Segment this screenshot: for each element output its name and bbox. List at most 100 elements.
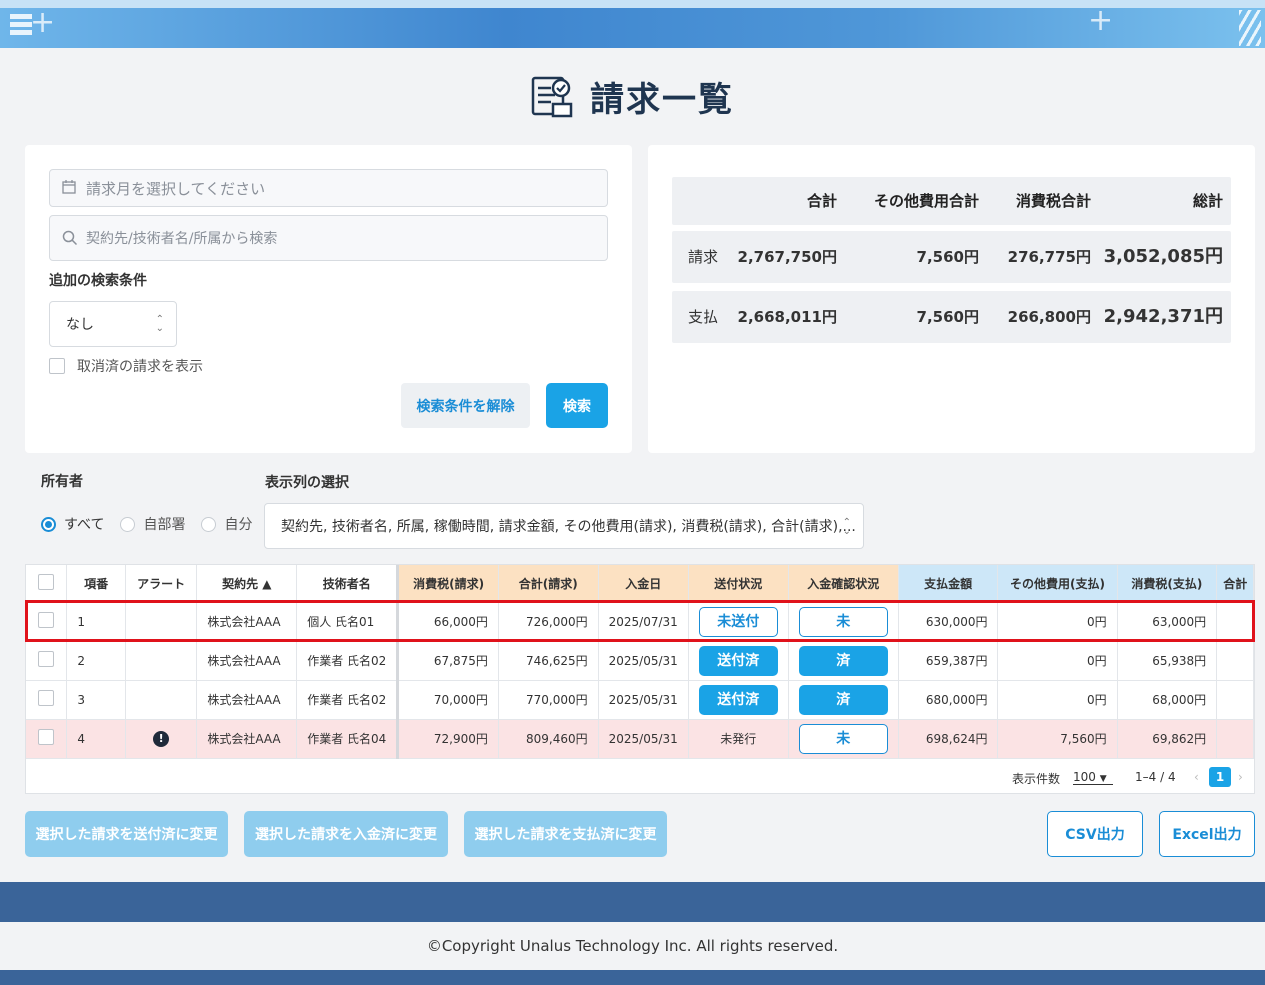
cell-no: 3 [66,680,126,720]
cell-total-req: 746,625円 [498,641,599,681]
summary-other: 7,560円 [916,248,979,266]
select-arrows-icon: ⌃ ⌄ [842,517,851,537]
cell-other-pay: 7,560円 [997,719,1118,759]
select-all-checkbox[interactable] [38,573,55,590]
next-page-icon[interactable]: › [1238,770,1243,784]
cell-tax-pay: 68,000円 [1117,680,1218,720]
show-cancelled-checkbox[interactable] [49,358,65,374]
cell-no: 2 [66,641,126,681]
col-header-pay-date[interactable]: 入金日 [598,565,689,603]
col-header-total-pay[interactable]: 合計 [1216,565,1254,603]
cell-other-pay: 0円 [997,680,1118,720]
table-row[interactable]: 3 株式会社AAA 作業者 氏名02 70,000円 770,000円 2025… [26,680,1254,720]
calendar-icon [62,180,78,196]
cell-tax-req: 70,000円 [397,680,499,720]
show-cancelled-label: 取消済の請求を表示 [77,359,203,375]
menu-icon[interactable] [10,14,32,38]
col-header-no[interactable]: 項番 [66,565,126,603]
csv-export-button[interactable]: CSV出力 [1047,811,1143,857]
summary-header-row: 合計 その他費用合計 消費税合計 総計 [672,177,1231,225]
footer-bottom-band [0,970,1265,985]
summary-header-tax: 消費税合計 [1015,192,1091,210]
cell-client: 株式会社AAA [196,641,298,681]
cell-send-status: 送付済 [688,641,789,681]
row-checkbox[interactable] [38,690,55,706]
prev-page-icon[interactable]: ‹ [1194,770,1199,784]
cell-paid-status: 済 [788,641,899,681]
mark-sent-button[interactable]: 選択した請求を送付済に変更 [25,811,228,857]
per-page-select[interactable]: 100 ▼ [1073,770,1113,785]
col-header-tax-pay[interactable]: 消費税(支払) [1117,565,1218,603]
extra-conditions-value: なし [66,317,94,333]
owner-label: 所有者 [41,474,83,490]
mark-received-button[interactable]: 選択した請求を入金済に変更 [244,811,448,857]
cell-alert [125,641,198,681]
col-header-send-status[interactable]: 送付状況 [688,565,789,603]
col-header-client[interactable]: 契約先 ▲ [196,565,298,603]
summary-other: 7,560円 [916,308,979,326]
owner-radio-group: すべて 自部署 自分 [41,514,268,534]
col-header-other-pay[interactable]: その他費用(支払) [997,565,1118,603]
columns-select[interactable]: 契約先, 技術者名, 所属, 稼働時間, 請求金額, その他費用(請求), 消費… [264,503,864,549]
cell-other-pay: 0円 [997,641,1118,681]
table-row[interactable]: 4 ! 株式会社AAA 作業者 氏名04 72,900円 809,460円 20… [26,719,1254,759]
col-header-paid-status[interactable]: 入金確認状況 [788,565,899,603]
row-select-cell [26,719,68,759]
clear-search-button[interactable]: 検索条件を解除 [401,383,530,428]
paid-status-button[interactable]: 済 [798,684,888,715]
page-title-row: 請求一覧 [0,72,1265,121]
per-page-label: 表示件数 [1012,772,1061,786]
extra-conditions-select[interactable]: なし ⌃ ⌄ [49,301,177,347]
summary-row-label: 支払 [688,308,719,326]
alert-icon[interactable]: ! [153,730,170,747]
col-header-pay-amount[interactable]: 支払金額 [898,565,999,603]
month-picker-input[interactable]: 請求月を選択してください [49,169,608,207]
col-header-tax-req[interactable]: 消費税(請求) [397,565,499,603]
cell-send-status: 未発行 [688,719,789,759]
cell-alert [125,680,198,720]
cell-no: 4 [66,719,126,759]
mark-paid-button[interactable]: 選択した請求を支払済に変更 [464,811,667,857]
summary-grand: 2,942,371円 [1103,306,1223,327]
summary-total: 2,767,750円 [737,248,837,266]
header-band: + + [0,0,1265,48]
owner-radio-all[interactable] [41,516,56,532]
send-status-button[interactable]: 送付済 [698,684,778,715]
owner-radio-self[interactable] [201,516,217,532]
keyword-search-placeholder: 契約先/技術者名/所属から検索 [86,231,278,247]
footer-copyright: ©Copyright Unalus Technology Inc. All ri… [0,922,1265,970]
search-button[interactable]: 検索 [546,383,608,428]
paid-status-button[interactable]: 済 [798,645,888,676]
page-number-button[interactable]: 1 [1209,767,1231,787]
dropdown-arrow-icon: ▼ [1099,774,1107,784]
summary-total: 2,668,011円 [737,308,837,326]
paid-status-button[interactable]: 未 [798,723,888,754]
cell-pay-date: 2025/05/31 [598,641,689,681]
cell-engineer: 作業者 氏名04 [296,719,400,759]
row-checkbox[interactable] [38,651,55,667]
summary-tax: 266,800円 [1007,308,1091,326]
send-status-button[interactable]: 送付済 [698,645,778,676]
keyword-search-input[interactable]: 契約先/技術者名/所属から検索 [49,215,608,261]
summary-header-total: 合計 [806,192,837,210]
cell-total-pay [1216,641,1254,681]
table-row[interactable]: 2 株式会社AAA 作業者 氏名02 67,875円 746,625円 2025… [26,641,1254,681]
select-all-cell [26,565,68,603]
row-checkbox[interactable] [38,729,55,745]
excel-export-button[interactable]: Excel出力 [1159,811,1255,857]
cell-tax-req: 67,875円 [397,641,499,681]
cell-tax-pay: 69,862円 [1117,719,1218,759]
cell-engineer: 作業者 氏名02 [296,641,400,681]
col-header-engineer[interactable]: 技術者名 [296,565,400,603]
owner-radio-label: すべて [64,517,105,533]
columns-select-value: 契約先, 技術者名, 所属, 稼働時間, 請求金額, その他費用(請求), 消費… [281,519,856,535]
owner-radio-label: 自部署 [143,517,186,533]
summary-row-label: 請求 [688,248,719,266]
cell-paid-status: 未 [788,719,899,759]
owner-radio-department[interactable] [120,516,136,532]
page-title: 請求一覧 [590,80,735,120]
cell-pay-date: 2025/05/31 [598,680,689,720]
col-header-total-req[interactable]: 合計(請求) [498,565,599,603]
col-header-alert[interactable]: アラート [125,565,198,603]
cell-total-pay [1216,719,1254,759]
